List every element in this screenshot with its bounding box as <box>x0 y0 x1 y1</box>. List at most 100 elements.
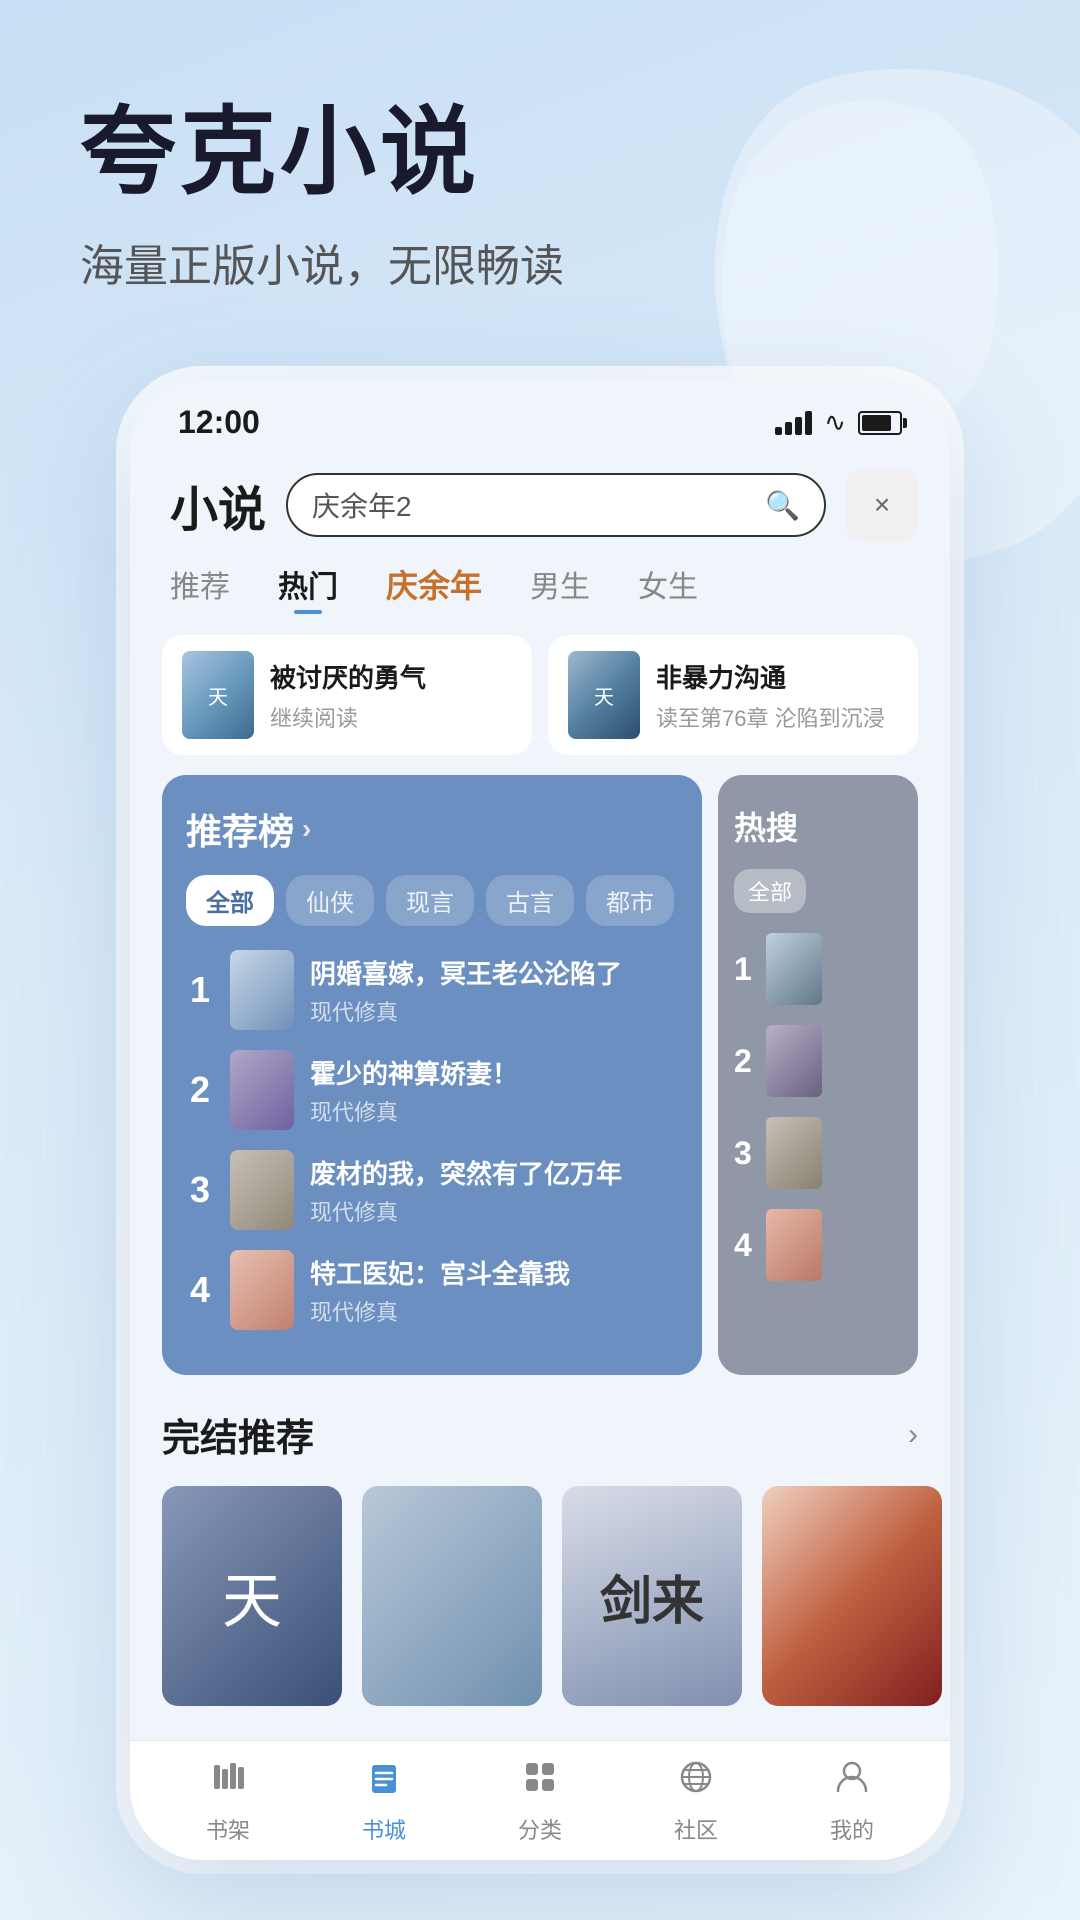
status-bar: 12:00 ∿ <box>130 380 950 453</box>
hero-section: 夸克小说 海量正版小说，无限畅读 <box>0 0 1080 294</box>
rank-3: 3 <box>186 1169 214 1211</box>
reco-book-2[interactable]: 2 霍少的神算娇妻！ 现代修真 <box>186 1050 678 1130</box>
profile-icon <box>832 1757 872 1807</box>
reco-book-title-2: 霍少的神算娇妻！ <box>310 1054 678 1091</box>
search-text: 庆余年2 <box>312 485 753 525</box>
rank-2: 2 <box>186 1069 214 1111</box>
bookshelf-icon <box>208 1757 248 1807</box>
pill-xiandai[interactable]: 现言 <box>386 875 474 926</box>
filter-pills: 全部 仙侠 现言 古言 都市 <box>186 875 678 926</box>
section-header: 完结推荐 › <box>162 1407 918 1462</box>
hot-rank-4: 4 <box>734 1227 756 1264</box>
hot-rank-3: 3 <box>734 1135 756 1172</box>
reco-cover-4 <box>230 1250 294 1330</box>
recent-reading-row: 天 被讨厌的勇气 继续阅读 天 非暴力沟通 读至第76章 沦陷到沉浸 <box>130 635 950 775</box>
hot-item-2[interactable]: 2 <box>734 1025 902 1097</box>
status-icons: ∿ <box>775 407 902 438</box>
nav-category[interactable]: 分类 <box>518 1757 562 1845</box>
bookstore-icon <box>364 1757 404 1807</box>
reco-cover-3 <box>230 1150 294 1230</box>
search-icon[interactable]: 🔍 <box>765 489 800 522</box>
category-icon <box>520 1757 560 1807</box>
battery-icon <box>858 411 902 435</box>
hot-search-panel: 热搜 全部 1 2 3 4 <box>718 775 918 1375</box>
app-header: 小说 庆余年2 🔍 × <box>130 453 950 561</box>
close-button[interactable]: × <box>846 469 918 541</box>
reco-book-4[interactable]: 4 特工医妃：宫斗全靠我 现代修真 <box>186 1250 678 1330</box>
recommendations-panel: 推荐榜 › 全部 仙侠 现言 古言 都市 1 阴婚喜嫁，冥王老公沦陷了 现代修真 <box>162 775 702 1375</box>
signal-icon <box>775 411 812 435</box>
status-time: 12:00 <box>178 404 260 441</box>
app-logo: 小说 <box>170 470 266 540</box>
reco-cover-1 <box>230 950 294 1030</box>
app-title: 夸克小说 <box>80 100 1000 206</box>
nav-tabs: 推荐 热门 庆余年 男生 女生 <box>130 561 950 635</box>
nav-community[interactable]: 社区 <box>674 1757 718 1845</box>
pill-dushi[interactable]: 都市 <box>586 875 674 926</box>
tab-qingyuanian[interactable]: 庆余年 <box>386 561 482 615</box>
nav-bookshelf[interactable]: 书架 <box>206 1757 250 1845</box>
completed-books-row: 天 剑来 <box>162 1486 918 1706</box>
nav-profile[interactable]: 我的 <box>830 1757 874 1845</box>
reco-title: 推荐榜 › <box>186 803 678 855</box>
tab-female[interactable]: 女生 <box>638 562 698 614</box>
recent-item-2[interactable]: 天 非暴力沟通 读至第76章 沦陷到沉浸 <box>548 635 918 755</box>
nav-community-label: 社区 <box>674 1813 718 1845</box>
two-column-section: 推荐榜 › 全部 仙侠 现言 古言 都市 1 阴婚喜嫁，冥王老公沦陷了 现代修真 <box>130 775 950 1375</box>
recent-title-1: 被讨厌的勇气 <box>270 658 512 695</box>
pill-xianxia[interactable]: 仙侠 <box>286 875 374 926</box>
hot-rank-2: 2 <box>734 1043 756 1080</box>
recent-sub-2: 读至第76章 沦陷到沉浸 <box>656 701 898 733</box>
rank-4: 4 <box>186 1269 214 1311</box>
reco-cover-2 <box>230 1050 294 1130</box>
hot-title: 热搜 <box>734 803 902 849</box>
recent-sub-1: 继续阅读 <box>270 701 512 733</box>
recent-item-1[interactable]: 天 被讨厌的勇气 继续阅读 <box>162 635 532 755</box>
recent-cover-2: 天 <box>568 651 640 739</box>
pill-guyan[interactable]: 古言 <box>486 875 574 926</box>
completed-section: 完结推荐 › 天 剑来 <box>130 1375 950 1726</box>
hot-item-4[interactable]: 4 <box>734 1209 902 1281</box>
completed-title: 完结推荐 <box>162 1407 314 1462</box>
nav-profile-label: 我的 <box>830 1813 874 1845</box>
pill-all[interactable]: 全部 <box>186 875 274 926</box>
hot-filter-pills: 全部 <box>734 869 902 913</box>
tab-recommend[interactable]: 推荐 <box>170 562 230 614</box>
nav-bookstore-label: 书城 <box>362 1813 406 1845</box>
search-bar[interactable]: 庆余年2 🔍 <box>286 473 826 537</box>
reco-book-list: 1 阴婚喜嫁，冥王老公沦陷了 现代修真 2 霍少的神算娇妻！ 现代修真 <box>186 950 678 1330</box>
tab-male[interactable]: 男生 <box>530 562 590 614</box>
bottom-nav: 书架 书城 分类 <box>130 1740 950 1860</box>
rank-1: 1 <box>186 969 214 1011</box>
hot-cover-3 <box>766 1117 822 1189</box>
completed-cover-3[interactable]: 剑来 <box>562 1486 742 1706</box>
hot-cover-2 <box>766 1025 822 1097</box>
reco-arrow-icon[interactable]: › <box>302 813 311 845</box>
reco-book-title-1: 阴婚喜嫁，冥王老公沦陷了 <box>310 954 678 991</box>
reco-book-3[interactable]: 3 废材的我，突然有了亿万年 现代修真 <box>186 1150 678 1230</box>
reco-book-tag-2: 现代修真 <box>310 1095 678 1127</box>
hot-item-1[interactable]: 1 <box>734 933 902 1005</box>
community-icon <box>676 1757 716 1807</box>
reco-book-title-4: 特工医妃：宫斗全靠我 <box>310 1254 678 1291</box>
completed-cover-1[interactable]: 天 <box>162 1486 342 1706</box>
nav-category-label: 分类 <box>518 1813 562 1845</box>
hot-cover-1 <box>766 933 822 1005</box>
completed-arrow-icon[interactable]: › <box>908 1418 918 1452</box>
hot-pill-all[interactable]: 全部 <box>734 869 806 913</box>
completed-cover-4[interactable] <box>762 1486 942 1706</box>
reco-book-tag-1: 现代修真 <box>310 995 678 1027</box>
recent-cover-1: 天 <box>182 651 254 739</box>
completed-cover-2[interactable] <box>362 1486 542 1706</box>
recent-title-2: 非暴力沟通 <box>656 658 898 695</box>
hot-item-3[interactable]: 3 <box>734 1117 902 1189</box>
nav-bookstore[interactable]: 书城 <box>362 1757 406 1845</box>
reco-book-title-3: 废材的我，突然有了亿万年 <box>310 1154 678 1191</box>
reco-book-tag-3: 现代修真 <box>310 1195 678 1227</box>
app-subtitle: 海量正版小说，无限畅读 <box>80 230 1000 294</box>
nav-bookshelf-label: 书架 <box>206 1813 250 1845</box>
reco-book-1[interactable]: 1 阴婚喜嫁，冥王老公沦陷了 现代修真 <box>186 950 678 1030</box>
tab-hot[interactable]: 热门 <box>278 562 338 614</box>
hot-cover-4 <box>766 1209 822 1281</box>
hot-rank-1: 1 <box>734 951 756 988</box>
